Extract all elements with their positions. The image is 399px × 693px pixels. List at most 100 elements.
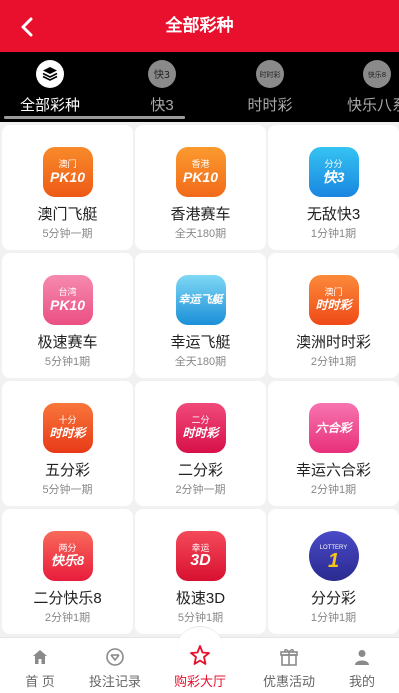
game-card[interactable]: 六合彩 幸运六合彩 2分钟1期 <box>268 381 399 506</box>
tab-all[interactable]: 全部彩种 <box>0 52 100 122</box>
game-logo-text: 台湾 <box>58 287 77 297</box>
kl8-logo-icon: 快乐8 <box>363 60 391 88</box>
k3-logo-icon: 快3 <box>148 60 176 88</box>
tab-label: 快3 <box>150 97 174 114</box>
game-logo-main: 时时彩 <box>182 426 219 440</box>
game-name: 二分彩 <box>177 462 223 479</box>
game-logo-text: 十分 <box>58 415 77 425</box>
game-card[interactable]: 香港 PK10 香港赛车 全天180期 <box>135 125 266 250</box>
game-logo-icon: 十分 时时彩 <box>42 403 93 453</box>
game-logo-main: 时时彩 <box>315 298 352 312</box>
game-card[interactable]: 十分 时时彩 五分彩 5分钟一期 <box>2 381 133 506</box>
game-name: 幸运飞艇 <box>170 334 231 351</box>
game-card[interactable]: 台湾 PK10 极速赛车 5分钟1期 <box>2 253 133 378</box>
game-schedule: 1分钟1期 <box>310 228 357 240</box>
game-name: 香港赛车 <box>170 206 231 223</box>
game-logo-icon: 香港 PK10 <box>175 147 226 197</box>
game-logo-main: 时时彩 <box>49 426 86 440</box>
tab-label: 时时彩 <box>247 97 293 114</box>
game-name: 分分彩 <box>310 590 356 607</box>
game-logo-text: 澳门 <box>58 159 77 169</box>
game-logo-main: 幸运飞艇 <box>178 294 223 306</box>
nav-label: 投注记录 <box>88 674 141 689</box>
game-logo-main: 快3 <box>322 169 345 185</box>
game-logo-text: 香港 <box>191 159 210 169</box>
game-schedule: 1分钟1期 <box>310 612 357 624</box>
game-card[interactable]: 幸运 3D 极速3D 5分钟1期 <box>135 509 266 634</box>
game-name: 澳门飞艇 <box>37 206 98 223</box>
game-logo-main: 1 <box>327 550 340 572</box>
game-logo-icon: 两分 快乐8 <box>42 531 93 581</box>
lottery-grid: 澳门 PK10 澳门飞艇 5分钟一期 香港 PK10 香港赛车 全天180期 分… <box>0 122 399 637</box>
home-icon <box>29 646 51 668</box>
game-logo-main: 快乐8 <box>50 553 85 568</box>
game-schedule: 2分钟一期 <box>175 484 226 496</box>
game-logo-icon: 幸运飞艇 <box>175 275 226 325</box>
game-card[interactable]: 幸运飞艇 幸运飞艇 全天180期 <box>135 253 266 378</box>
game-schedule: 5分钟1期 <box>177 612 224 624</box>
game-logo-text: 分分 <box>324 159 343 169</box>
game-card[interactable]: 两分 快乐8 二分快乐8 2分钟1期 <box>2 509 133 634</box>
game-logo-icon: 六合彩 <box>308 403 359 453</box>
game-logo-icon: LOTTERY 1 <box>308 531 359 581</box>
game-logo-main: PK10 <box>49 297 86 313</box>
game-logo-icon: 台湾 PK10 <box>42 275 93 325</box>
game-logo-text: 二分 <box>191 415 210 425</box>
game-name: 二分快乐8 <box>33 590 102 607</box>
page-title: 全部彩种 <box>165 16 234 35</box>
tab-label: 快乐八系 <box>346 97 399 114</box>
game-logo-icon: 分分 快3 <box>308 147 359 197</box>
game-card[interactable]: 二分 时时彩 二分彩 2分钟一期 <box>135 381 266 506</box>
game-name: 无敌快3 <box>306 206 361 223</box>
game-schedule: 5分钟一期 <box>42 484 93 496</box>
game-schedule: 全天180期 <box>174 228 227 240</box>
game-name: 极速3D <box>175 590 226 607</box>
game-logo-main: PK10 <box>49 169 86 185</box>
game-card[interactable]: 澳门 时时彩 澳洲时时彩 2分钟1期 <box>268 253 399 378</box>
game-name: 幸运六合彩 <box>295 462 371 479</box>
game-card[interactable]: 澳门 PK10 澳门飞艇 5分钟一期 <box>2 125 133 250</box>
bottom-nav: 首 页 投注记录 购彩大厅 优惠活动 我的 <box>0 626 399 693</box>
svg-text:时时彩: 时时彩 <box>260 70 281 79</box>
layers-icon <box>36 60 64 88</box>
game-schedule: 2分钟1期 <box>44 612 91 624</box>
game-schedule: 5分钟1期 <box>44 356 91 368</box>
game-logo-main: 3D <box>190 552 211 569</box>
svg-text:快乐8: 快乐8 <box>368 70 386 79</box>
game-schedule: 全天180期 <box>174 356 227 368</box>
bet-record-icon <box>104 646 126 668</box>
nav-label: 购彩大厅 <box>173 674 226 689</box>
tab-label: 全部彩种 <box>19 97 80 114</box>
game-logo-icon: 二分 时时彩 <box>175 403 226 453</box>
nav-lottery-hall[interactable]: 购彩大厅 <box>160 626 240 693</box>
nav-promotions[interactable]: 优惠活动 <box>249 638 329 693</box>
game-logo-icon: 澳门 PK10 <box>42 147 93 197</box>
game-name: 极速赛车 <box>37 334 98 351</box>
nav-label: 优惠活动 <box>262 674 315 689</box>
lottery-hall-icon <box>189 644 211 666</box>
category-tabs: 全部彩种 快3 快3 时时彩 时时彩 快乐8 快乐八系 <box>0 52 399 122</box>
game-card[interactable]: LOTTERY 1 分分彩 1分钟1期 <box>268 509 399 634</box>
game-name: 澳洲时时彩 <box>295 334 371 351</box>
game-logo-icon: 澳门 时时彩 <box>308 275 359 325</box>
game-schedule: 2分钟1期 <box>310 356 357 368</box>
game-schedule: 2分钟1期 <box>310 484 357 496</box>
game-name: 五分彩 <box>44 462 90 479</box>
tab-k3[interactable]: 快3 快3 <box>112 52 212 122</box>
svg-text:快3: 快3 <box>154 69 170 81</box>
nav-my[interactable]: 我的 <box>322 638 399 693</box>
user-icon <box>351 646 373 668</box>
game-logo-main: 六合彩 <box>315 421 352 435</box>
game-logo-text: 澳门 <box>324 287 343 297</box>
game-logo-icon: 幸运 3D <box>175 531 226 581</box>
tab-kl8[interactable]: 快乐8 快乐八系 <box>327 52 399 122</box>
nav-bet-record[interactable]: 投注记录 <box>75 638 155 693</box>
game-card[interactable]: 分分 快3 无敌快3 1分钟1期 <box>268 125 399 250</box>
game-logo-text: 两分 <box>58 543 77 553</box>
active-tab-indicator <box>4 116 185 119</box>
ssc-logo-icon: 时时彩 <box>256 60 284 88</box>
gift-icon <box>278 646 300 668</box>
nav-label: 首 页 <box>25 674 55 689</box>
tab-ssc[interactable]: 时时彩 时时彩 <box>220 52 320 122</box>
nav-home[interactable]: 首 页 <box>0 638 80 693</box>
